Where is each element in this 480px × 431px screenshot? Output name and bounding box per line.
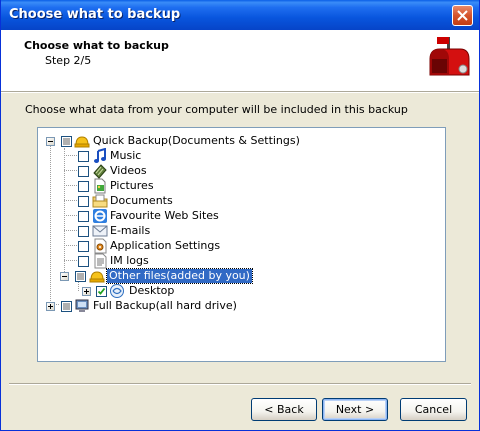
- cancel-button[interactable]: Cancel: [400, 398, 467, 421]
- tree-node-quick-backup[interactable]: Quick Backup(Documents & Settings): [46, 134, 300, 149]
- footer-divider: [9, 383, 471, 385]
- collapse-toggle[interactable]: [60, 272, 69, 281]
- tree-node-favourites[interactable]: Favourite Web Sites: [78, 209, 228, 224]
- expand-toggle[interactable]: [82, 287, 91, 296]
- music-checkbox[interactable]: [78, 151, 89, 162]
- envelope-icon: [92, 225, 108, 237]
- tree-label-favourites: Favourite Web Sites: [110, 209, 219, 222]
- tree-node-pictures[interactable]: Pictures: [78, 178, 198, 194]
- computer-icon: [75, 299, 89, 312]
- im-logs-checkbox[interactable]: [78, 256, 89, 267]
- expand-toggle[interactable]: [46, 302, 55, 311]
- back-button[interactable]: < Back: [251, 398, 317, 421]
- tree-node-im-logs[interactable]: IM logs: [78, 253, 198, 269]
- tree-label-app-settings: Application Settings: [110, 239, 221, 252]
- header-divider: [1, 91, 479, 93]
- internet-explorer-icon: [93, 209, 107, 223]
- tree-label-desktop: Desktop: [129, 284, 175, 297]
- window-title: Choose what to backup: [9, 7, 181, 22]
- step-indicator: Step 2/5: [45, 54, 92, 67]
- quick-backup-checkbox[interactable]: [61, 136, 72, 147]
- other-files-checkbox[interactable]: [75, 271, 86, 282]
- tree-label-emails: E-mails: [110, 224, 151, 237]
- tree-node-other-files[interactable]: Other files(added by you): [60, 268, 253, 284]
- backup-wizard-window: Choose what to backup Choose what to bac…: [0, 0, 480, 431]
- tree-node-app-settings[interactable]: Application Settings: [78, 238, 228, 254]
- next-button[interactable]: Next >: [322, 398, 388, 421]
- tree-label-music: Music: [110, 149, 142, 162]
- tree-label-videos: Videos: [110, 164, 147, 177]
- hard-hat-icon: [74, 136, 90, 148]
- im-log-document-icon: [94, 253, 107, 269]
- tree-node-full-backup[interactable]: Full Backup(all hard drive): [46, 299, 266, 314]
- picture-icon: [94, 178, 106, 194]
- favourites-checkbox[interactable]: [78, 211, 89, 222]
- app-settings-checkbox[interactable]: [78, 241, 89, 252]
- hard-hat-icon: [89, 271, 105, 283]
- backup-tree[interactable]: Quick Backup(Documents & Settings) Music…: [37, 127, 446, 362]
- film-icon: [93, 164, 107, 179]
- mailbox-icon: [426, 34, 472, 80]
- page-title: Choose what to backup: [24, 39, 169, 52]
- full-backup-checkbox[interactable]: [61, 301, 72, 312]
- title-bar[interactable]: Choose what to backup: [1, 0, 479, 30]
- desktop-checkbox[interactable]: [96, 286, 107, 297]
- documents-folder-icon: [92, 194, 108, 208]
- tree-node-desktop[interactable]: Desktop: [82, 284, 202, 299]
- pictures-checkbox[interactable]: [78, 181, 89, 192]
- quick-backup-label: Quick Backup(Documents & Settings): [93, 134, 300, 147]
- tree-node-documents[interactable]: Documents: [78, 194, 198, 209]
- tree-label-pictures: Pictures: [110, 179, 154, 192]
- close-icon: [457, 10, 468, 21]
- tree-label-documents: Documents: [110, 194, 173, 207]
- tree-node-videos[interactable]: Videos: [78, 164, 198, 179]
- emails-checkbox[interactable]: [78, 226, 89, 237]
- app-settings-icon: [94, 238, 107, 254]
- close-button[interactable]: [452, 5, 473, 26]
- collapse-toggle[interactable]: [46, 137, 55, 146]
- tree-label-other-files: Other files(added by you): [106, 268, 253, 284]
- tree-label-im-logs: IM logs: [110, 254, 149, 267]
- documents-checkbox[interactable]: [78, 196, 89, 207]
- tree-node-emails[interactable]: E-mails: [78, 224, 198, 239]
- full-backup-label: Full Backup(all hard drive): [93, 299, 237, 312]
- desktop-icon: [110, 284, 124, 298]
- instruction-text: Choose what data from your computer will…: [25, 103, 408, 116]
- checkmark-icon: [97, 287, 106, 295]
- videos-checkbox[interactable]: [78, 166, 89, 177]
- wizard-header: Choose what to backup Step 2/5: [1, 30, 479, 91]
- tree-node-music[interactable]: Music: [78, 148, 198, 164]
- music-note-icon: [94, 148, 106, 163]
